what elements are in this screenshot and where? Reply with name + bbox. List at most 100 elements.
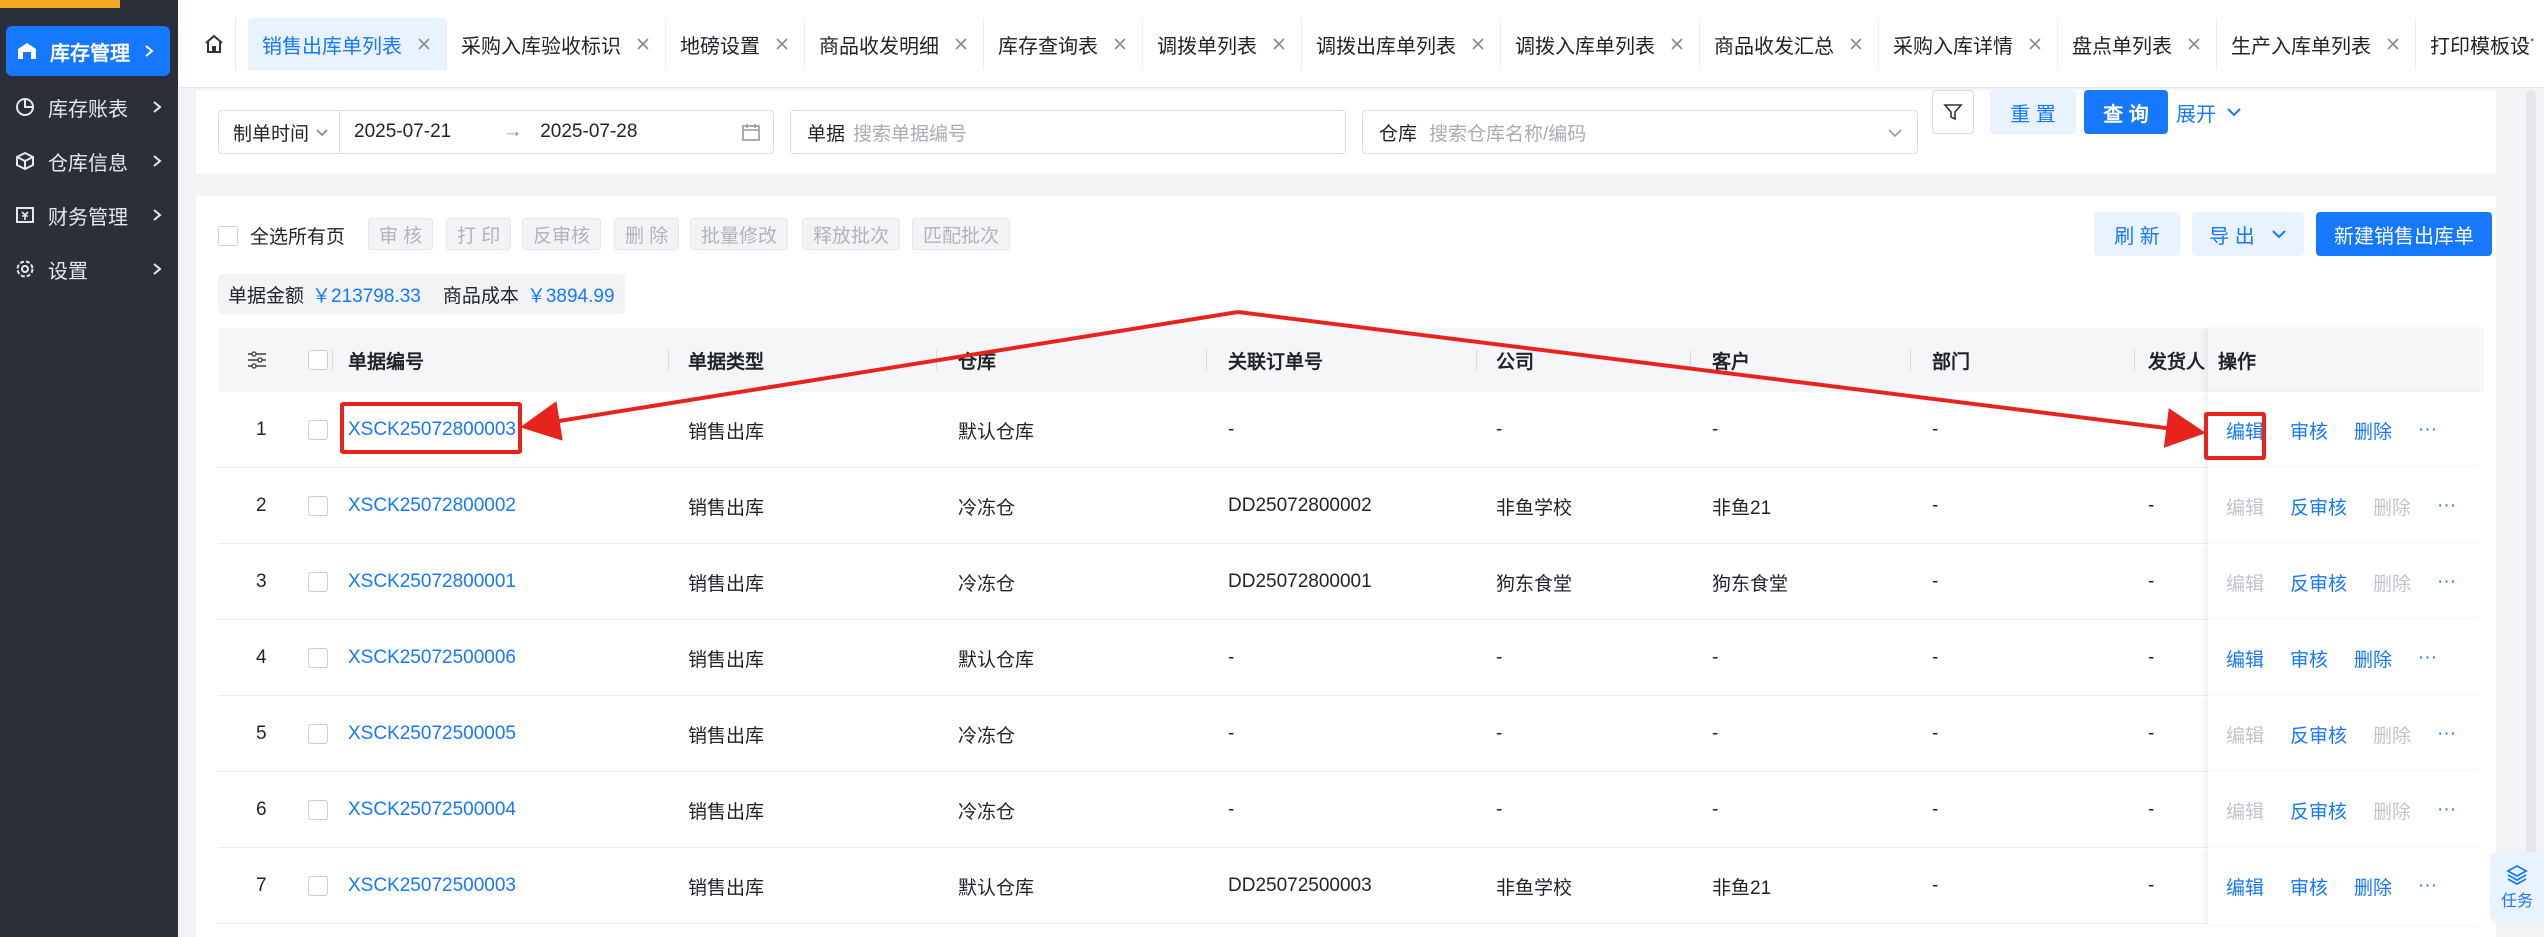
close-icon[interactable] [1112, 36, 1128, 52]
warehouse-search-input[interactable]: 搜索仓库名称/编码 [1429, 119, 1586, 146]
home-tab[interactable] [192, 18, 236, 70]
page-scrollbar[interactable] [2526, 90, 2536, 890]
tab-goods-summary[interactable]: 商品收发汇总 [1700, 18, 1879, 70]
table-row[interactable]: 5 XSCK25072500005 销售出库 冷冻仓 - - - - - 编辑 … [218, 696, 2484, 772]
refresh-button[interactable]: 刷 新 [2094, 212, 2180, 256]
close-icon[interactable] [416, 36, 432, 52]
delete-action[interactable]: 删除 [2373, 721, 2411, 748]
date-type-select[interactable]: 制单时间 [219, 111, 341, 153]
row-checkbox[interactable] [308, 420, 328, 440]
close-icon[interactable] [1271, 36, 1287, 52]
delete-action[interactable]: 删除 [2354, 873, 2392, 900]
unapprove-action[interactable]: 反审核 [2290, 797, 2347, 824]
tab-transfer-out-list[interactable]: 调拨出库单列表 [1302, 18, 1501, 70]
edit-action[interactable]: 编辑 [2226, 721, 2264, 748]
doc-search-field[interactable]: 单据 搜索单据编号 [790, 110, 1346, 154]
table-row[interactable]: 4 XSCK25072500006 销售出库 默认仓库 - - - - - 编辑… [218, 620, 2484, 696]
close-icon[interactable] [2027, 36, 2043, 52]
sidebar-item-warehouse-info[interactable]: 仓库信息 [0, 136, 178, 186]
row-checkbox[interactable] [308, 876, 328, 896]
date-end-input[interactable]: 2025-07-28 [540, 121, 637, 143]
close-icon[interactable] [635, 36, 651, 52]
date-start-input[interactable]: 2025-07-21 [354, 121, 451, 143]
tab-purchase-inspection[interactable]: 采购入库验收标识 [447, 18, 666, 70]
doc-code-link[interactable]: XSCK25072800001 [348, 544, 516, 620]
sidebar-item-inventory[interactable]: 库存管理 [6, 26, 170, 76]
tab-purchase-detail[interactable]: 采购入库详情 [1879, 18, 2058, 70]
sidebar-item-settings[interactable]: 设置 [0, 244, 178, 294]
query-button[interactable]: 查 询 [2084, 90, 2168, 134]
batch-print-button[interactable]: 打 印 [446, 218, 512, 250]
unapprove-action[interactable]: 反审核 [2290, 493, 2347, 520]
row-checkbox[interactable] [308, 800, 328, 820]
close-icon[interactable] [1848, 36, 1864, 52]
batch-approve-button[interactable]: 审 核 [368, 218, 434, 250]
export-button[interactable]: 导 出 [2192, 212, 2304, 256]
header-checkbox[interactable] [308, 350, 328, 370]
edit-action[interactable]: 编辑 [2226, 645, 2264, 672]
edit-action[interactable]: 编辑 [2226, 873, 2264, 900]
batch-edit-button[interactable]: 批量修改 [690, 218, 789, 250]
checkbox[interactable] [218, 225, 238, 246]
tab-sales-outbound-list[interactable]: 销售出库单列表 [248, 18, 447, 70]
row-checkbox[interactable] [308, 724, 328, 744]
doc-code-link[interactable]: XSCK25072800002 [348, 468, 516, 544]
sidebar-item-finance[interactable]: 财务管理 [0, 190, 178, 240]
batch-unapprove-button[interactable]: 反审核 [522, 218, 602, 250]
new-sales-outbound-button[interactable]: 新建销售出库单 [2316, 212, 2492, 256]
unapprove-action[interactable]: 反审核 [2290, 569, 2347, 596]
approve-action[interactable]: 审核 [2290, 645, 2328, 672]
expand-button[interactable]: 展开 [2176, 90, 2256, 134]
date-range-filter[interactable]: 制单时间 2025-07-21 → 2025-07-28 [218, 110, 774, 154]
tab-more-icon[interactable]: ··· [2512, 26, 2537, 52]
tab-scale-settings[interactable]: 地磅设置 [666, 18, 805, 70]
delete-action[interactable]: 删除 [2354, 417, 2392, 444]
more-icon[interactable]: ··· [2418, 875, 2437, 897]
row-checkbox[interactable] [308, 496, 328, 516]
table-row[interactable]: 2 XSCK25072800002 销售出库 冷冻仓 DD25072800002… [218, 468, 2484, 544]
close-icon[interactable] [2186, 36, 2202, 52]
close-icon[interactable] [1669, 36, 1685, 52]
tab-transfer-in-list[interactable]: 调拨入库单列表 [1501, 18, 1700, 70]
more-icon[interactable]: ··· [2437, 495, 2456, 517]
more-icon[interactable]: ··· [2437, 571, 2456, 593]
warehouse-search-field[interactable]: 仓库 搜索仓库名称/编码 [1362, 110, 1918, 154]
delete-action[interactable]: 删除 [2373, 569, 2411, 596]
column-settings-icon[interactable] [246, 350, 268, 370]
doc-code-link[interactable]: XSCK25072500005 [348, 696, 516, 772]
tab-goods-detail[interactable]: 商品收发明细 [805, 18, 984, 70]
filter-button[interactable] [1932, 90, 1974, 134]
batch-delete-button[interactable]: 删 除 [614, 218, 680, 250]
edit-action[interactable]: 编辑 [2226, 493, 2264, 520]
tab-stocktake-list[interactable]: 盘点单列表 [2058, 18, 2217, 70]
row-checkbox[interactable] [308, 648, 328, 668]
close-icon[interactable] [2385, 36, 2401, 52]
row-checkbox[interactable] [308, 572, 328, 592]
doc-code-link[interactable]: XSCK25072500006 [348, 620, 516, 696]
edit-action[interactable]: 编辑 [2226, 797, 2264, 824]
more-icon[interactable]: ··· [2418, 419, 2437, 441]
close-icon[interactable] [953, 36, 969, 52]
match-batch-button[interactable]: 匹配批次 [912, 218, 1011, 250]
sidebar-item-inventory-ledger[interactable]: 库存账表 [0, 82, 178, 132]
edit-action[interactable]: 编辑 [2226, 569, 2264, 596]
table-row[interactable]: 1 XSCK25072800003 销售出库 默认仓库 - - - - 编辑 审… [218, 392, 2484, 468]
approve-action[interactable]: 审核 [2290, 873, 2328, 900]
close-icon[interactable] [1470, 36, 1486, 52]
approve-action[interactable]: 审核 [2290, 417, 2328, 444]
task-float-button[interactable]: 任务 [2490, 852, 2544, 922]
table-row[interactable]: 6 XSCK25072500004 销售出库 冷冻仓 - - - - - 编辑 … [218, 772, 2484, 848]
doc-code-link[interactable]: XSCK25072500004 [348, 772, 516, 848]
tab-transfer-list[interactable]: 调拨单列表 [1143, 18, 1302, 70]
more-icon[interactable]: ··· [2437, 723, 2456, 745]
close-icon[interactable] [774, 36, 790, 52]
release-batch-button[interactable]: 释放批次 [802, 218, 901, 250]
more-icon[interactable]: ··· [2418, 647, 2437, 669]
more-icon[interactable]: ··· [2437, 799, 2456, 821]
table-row[interactable]: 7 XSCK25072500003 销售出库 默认仓库 DD2507250000… [218, 848, 2484, 924]
tab-inventory-query[interactable]: 库存查询表 [984, 18, 1143, 70]
doc-search-input[interactable]: 搜索单据编号 [853, 119, 967, 146]
reset-button[interactable]: 重 置 [1990, 90, 2076, 134]
select-all-checkbox[interactable]: 全选所有页 [218, 222, 345, 249]
doc-code-link[interactable]: XSCK25072500003 [348, 848, 516, 924]
